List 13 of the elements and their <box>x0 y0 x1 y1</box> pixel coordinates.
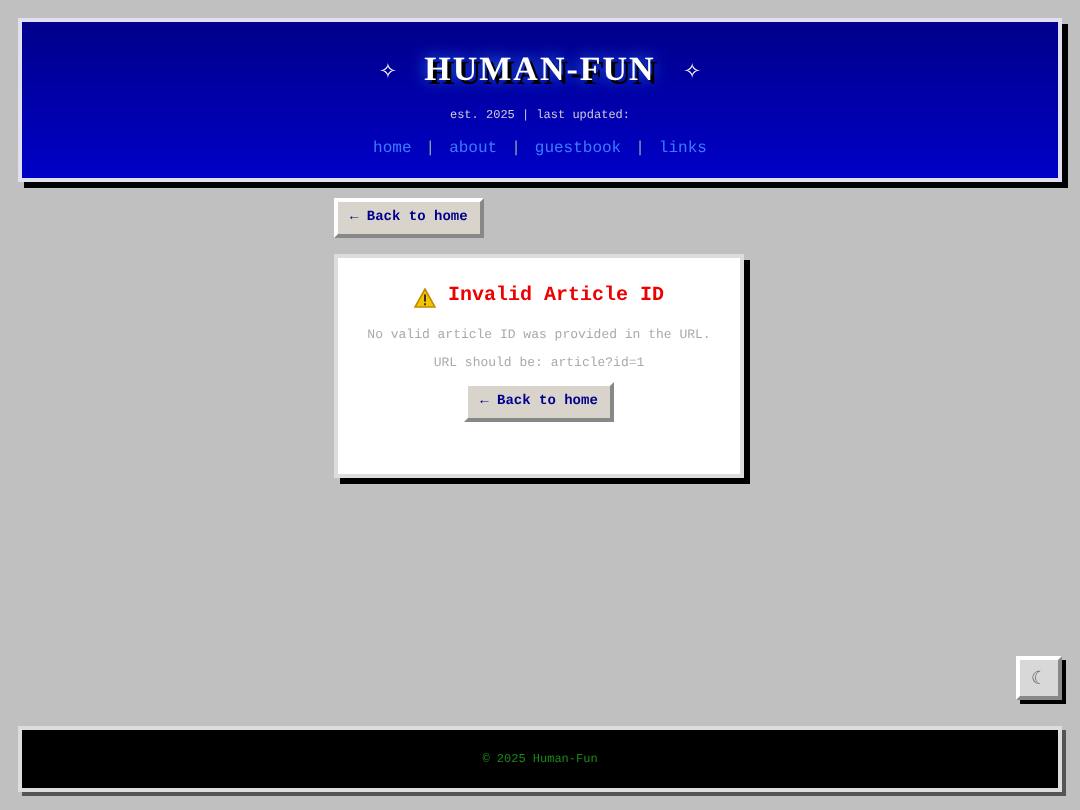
sparkle-glyph: ✧ <box>683 53 701 87</box>
site-title: HUMAN-FUN <box>424 50 656 90</box>
nav-link[interactable]: guestbook <box>534 140 622 158</box>
nav-link[interactable]: home <box>373 140 412 158</box>
sparkle-glyph: ✧ <box>379 53 397 87</box>
nav-separator: | <box>425 140 436 158</box>
theme-toggle-button[interactable]: ☾ <box>1016 656 1062 700</box>
nav-link[interactable]: about <box>449 140 498 158</box>
warning-icon <box>413 287 436 307</box>
nav-link[interactable]: links <box>658 140 707 158</box>
error-title: Invalid Article ID <box>447 286 665 308</box>
nav-separator: | <box>635 140 645 158</box>
nav-separator: | <box>511 140 521 158</box>
